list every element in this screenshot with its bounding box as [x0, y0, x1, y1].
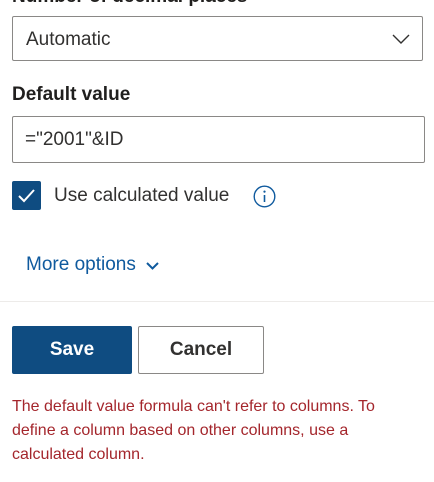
- info-icon[interactable]: [253, 185, 276, 208]
- chevron-down-icon: [146, 261, 159, 270]
- more-options-link[interactable]: More options: [26, 254, 160, 276]
- divider: [0, 301, 434, 302]
- decimal-places-label: Number of decimal places: [12, 0, 247, 8]
- chevron-down-icon: [392, 34, 410, 44]
- default-value-label: Default value: [12, 84, 131, 105]
- use-calculated-checkbox[interactable]: [12, 181, 41, 210]
- use-calculated-label: Use calculated value: [54, 185, 230, 206]
- dropdown-selected-value: Automatic: [26, 29, 111, 50]
- checkmark-icon: [18, 189, 35, 203]
- save-button[interactable]: Save: [12, 326, 132, 374]
- more-options-label: More options: [26, 254, 136, 275]
- default-value-input[interactable]: [12, 116, 425, 163]
- error-message: The default value formula can't refer to…: [12, 398, 375, 463]
- decimal-places-dropdown[interactable]: Automatic: [12, 16, 423, 61]
- cancel-button[interactable]: Cancel: [138, 326, 264, 374]
